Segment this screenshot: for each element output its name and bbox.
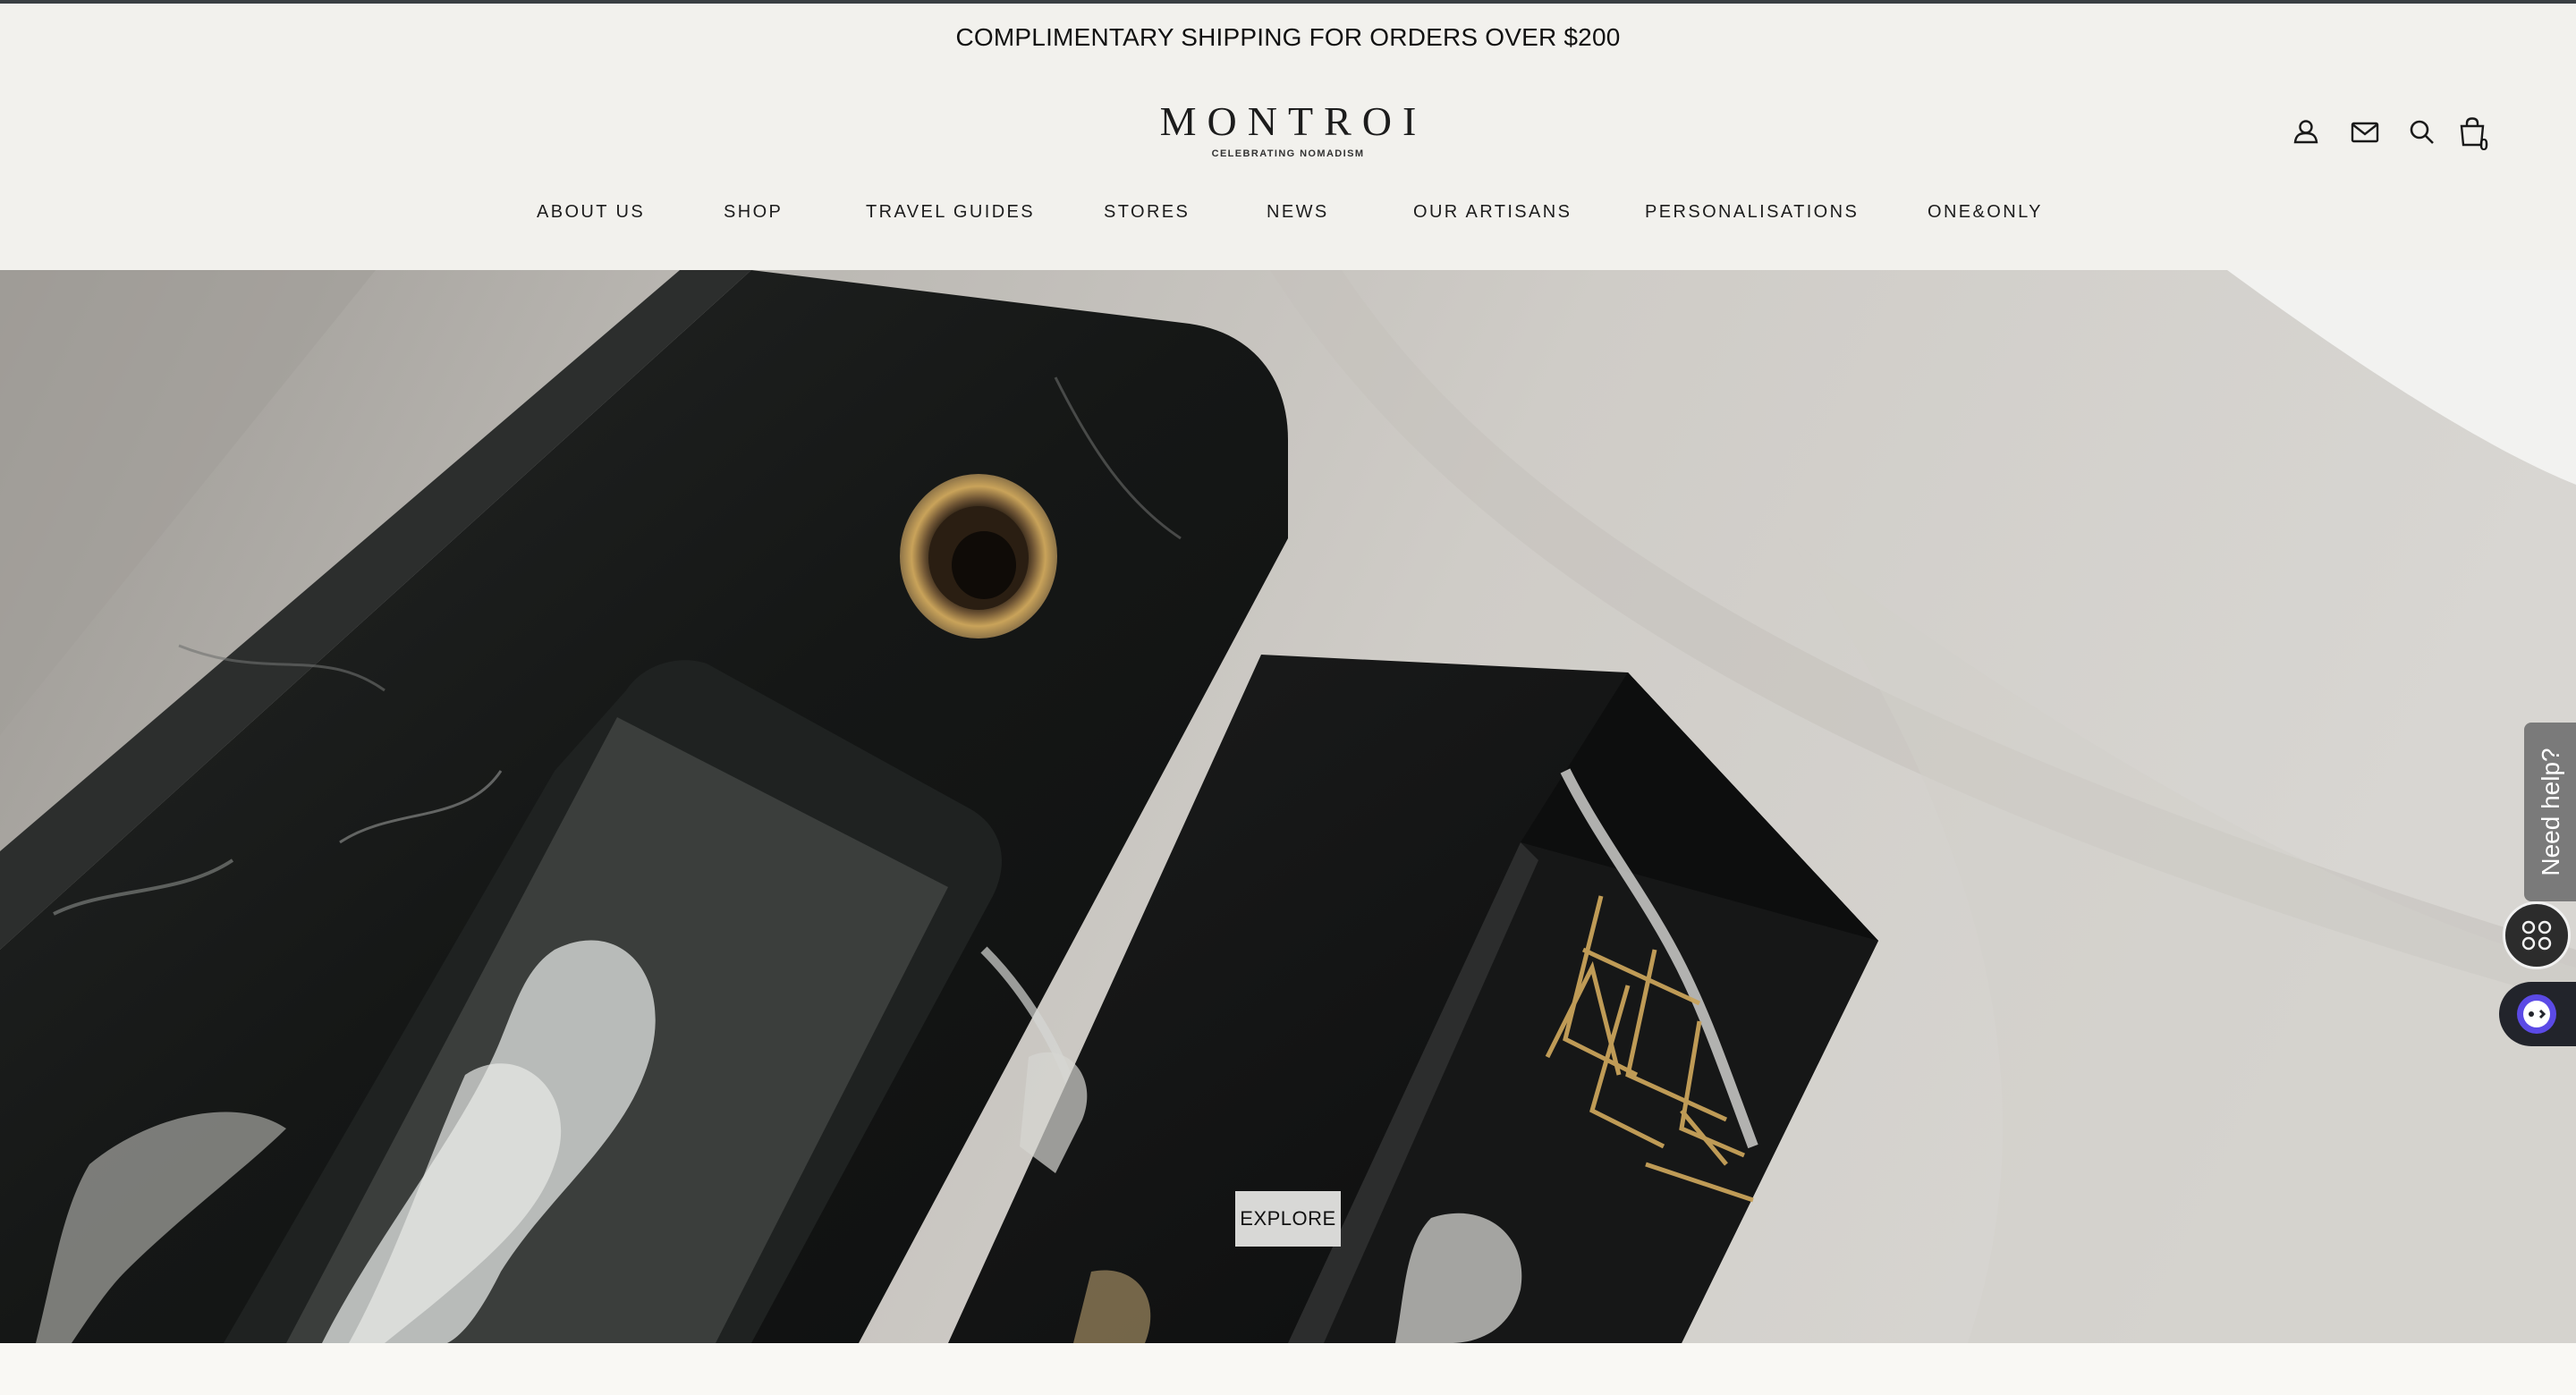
nav-item-shop[interactable]: SHOP	[724, 202, 783, 223]
account-icon[interactable]	[2286, 113, 2326, 152]
hero-banner	[0, 270, 2576, 1343]
nav-item-travel-guides[interactable]: TRAVEL GUIDES	[866, 202, 1035, 223]
announcement-bar: COMPLIMENTARY SHIPPING FOR ORDERS OVER $…	[955, 23, 1621, 51]
need-help-label: Need help?	[2537, 748, 2564, 876]
need-help-tab[interactable]: Need help?	[2524, 723, 2576, 901]
chat-widget-button[interactable]	[2499, 982, 2576, 1046]
nav-item-stores[interactable]: STORES	[1104, 202, 1190, 223]
search-icon[interactable]	[2402, 113, 2442, 152]
brand-name: MONTROI	[1159, 98, 1428, 144]
nav-item-one-and-only[interactable]: ONE&ONLY	[1928, 202, 2043, 223]
accessibility-widget-button[interactable]	[2503, 901, 2571, 969]
main-navigation: ABOUT US SHOP TRAVEL GUIDES STORES NEWS …	[0, 202, 2576, 231]
nav-item-personalisations[interactable]: PERSONALISATIONS	[1645, 202, 1859, 223]
brand-tagline: CELEBRATING NOMADISM	[1211, 148, 1365, 159]
chat-bot-icon	[2517, 994, 2556, 1034]
nav-item-about-us[interactable]: ABOUT US	[537, 202, 645, 223]
grid-shapes-icon	[2521, 920, 2552, 951]
header-icons	[2286, 113, 2501, 157]
explore-button[interactable]: EXPLORE	[1235, 1191, 1341, 1247]
cart-count-badge: 0	[2479, 136, 2489, 154]
nav-item-news[interactable]: NEWS	[1267, 202, 1329, 223]
brand-logo[interactable]: MONTROI CELEBRATING NOMADISM	[1109, 98, 1467, 160]
page-bottom-strip	[0, 1343, 2576, 1395]
mail-icon[interactable]	[2345, 113, 2385, 152]
nav-item-our-artisans[interactable]: OUR ARTISANS	[1413, 202, 1572, 223]
hero-image	[0, 270, 2576, 1343]
